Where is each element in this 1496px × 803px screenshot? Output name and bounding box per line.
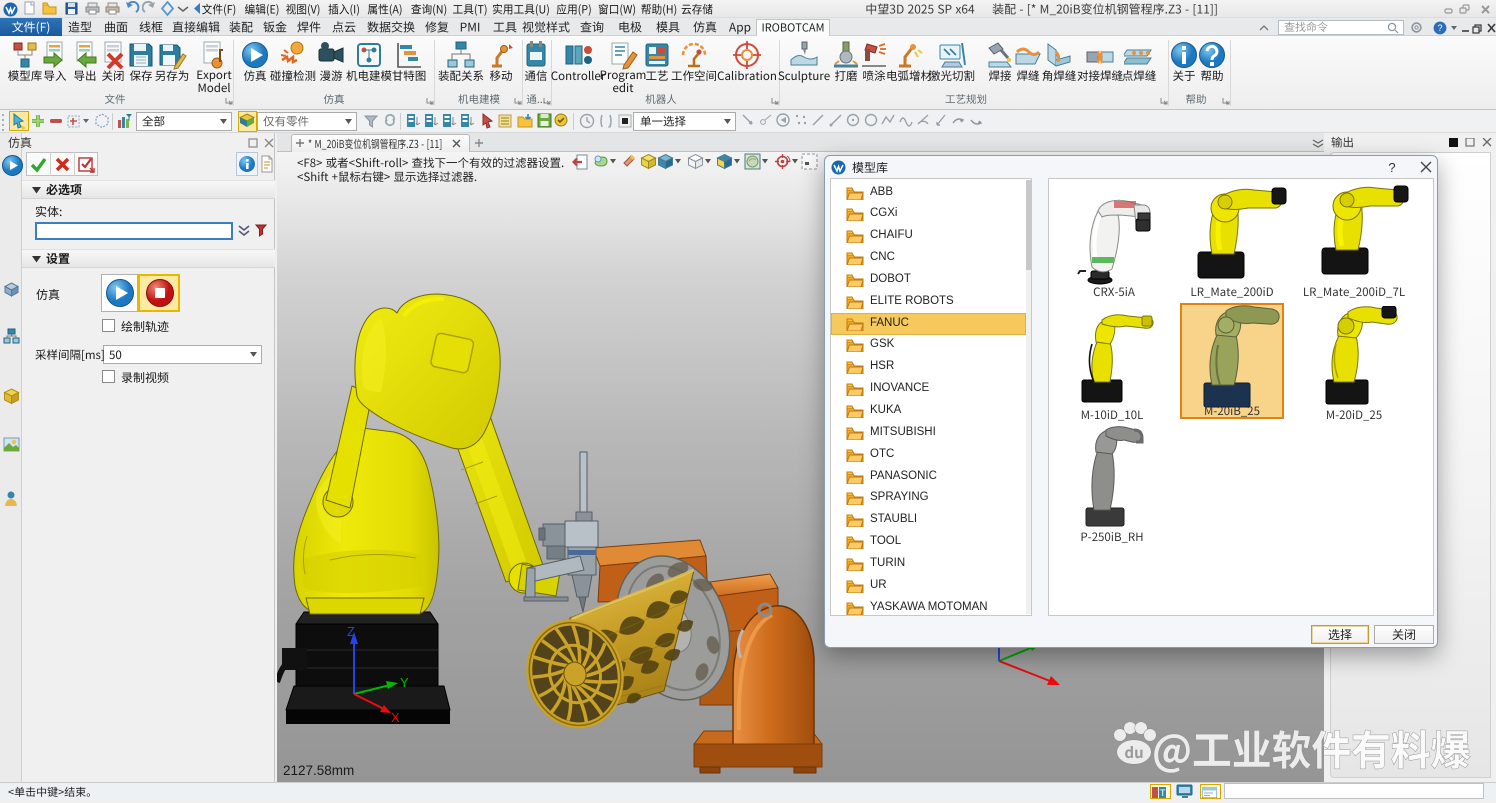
svg-text:X: X [391, 710, 400, 725]
svg-text:Y: Y [400, 675, 409, 690]
svg-text:T: T [1160, 788, 1166, 798]
svg-text:Z: Z [347, 624, 355, 639]
svg-text:?: ? [1437, 23, 1442, 33]
